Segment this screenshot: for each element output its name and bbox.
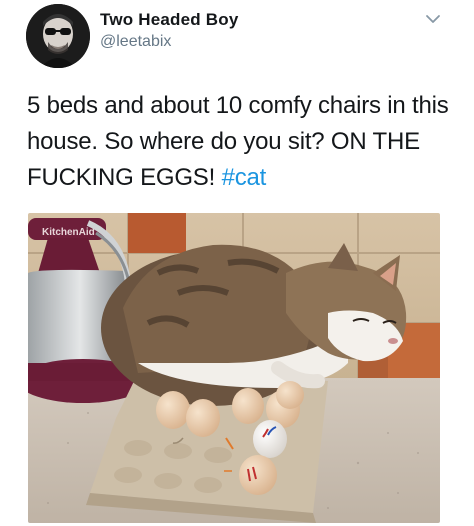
tweet-card: Two Headed Boy @leetabix 5 beds and abou… (0, 0, 474, 526)
hashtag-link[interactable]: #cat (222, 164, 267, 191)
user-handle[interactable]: @leetabix (100, 33, 171, 51)
cat-on-eggs-photo: KitchenAid (28, 213, 440, 523)
avatar[interactable] (26, 4, 90, 68)
tweet-text: 5 beds and about 10 comfy chairs in this… (27, 88, 457, 196)
mixer-logo: KitchenAid (42, 227, 95, 238)
avatar-image (26, 4, 90, 68)
chevron-down-icon[interactable] (424, 10, 442, 28)
tweet-photo[interactable]: KitchenAid (28, 213, 440, 523)
display-name[interactable]: Two Headed Boy (100, 10, 239, 30)
